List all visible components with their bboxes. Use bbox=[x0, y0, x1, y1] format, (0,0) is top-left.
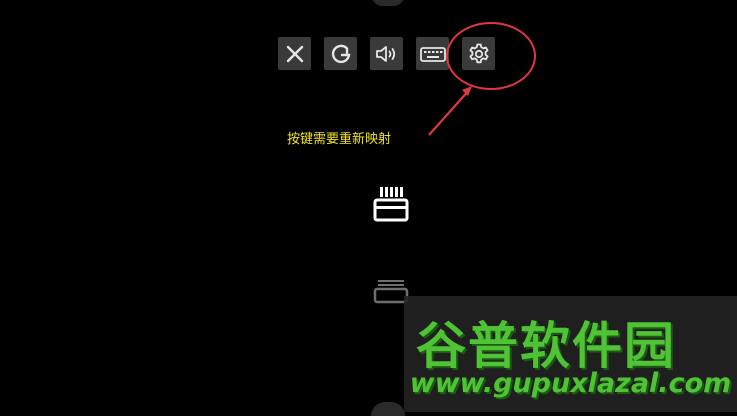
annotation-text: 按键需要重新映射 bbox=[287, 132, 392, 147]
top-handle[interactable] bbox=[371, 0, 405, 6]
keyboard-icon bbox=[419, 46, 446, 62]
close-button[interactable] bbox=[278, 37, 311, 70]
volume-icon bbox=[375, 45, 395, 62]
annotation-arrow bbox=[428, 86, 472, 136]
refresh-icon bbox=[331, 44, 350, 63]
watermark: 谷普软件园 www.gupuxlazal.com bbox=[404, 296, 737, 412]
stand-icon[interactable] bbox=[370, 184, 410, 226]
keyboard-button[interactable] bbox=[416, 37, 449, 70]
volume-button[interactable] bbox=[370, 37, 403, 70]
bottom-handle[interactable] bbox=[371, 402, 405, 416]
refresh-button[interactable] bbox=[324, 37, 357, 70]
close-icon bbox=[286, 45, 303, 62]
watermark-url: www.gupuxlazal.com bbox=[409, 368, 732, 399]
